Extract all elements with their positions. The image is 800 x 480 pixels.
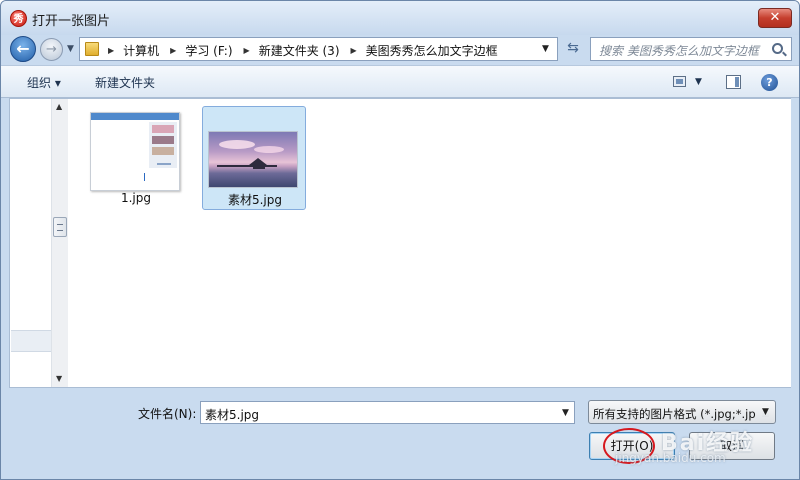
file-type-select[interactable]: 所有支持的图片格式 (*.jpg;*.jp ▼ xyxy=(588,400,776,424)
view-mode-icon[interactable] xyxy=(673,76,686,87)
file-type-value: 所有支持的图片格式 (*.jpg;*.jp xyxy=(593,407,756,421)
title-bar[interactable]: 秀 打开一张图片 ✕ xyxy=(1,1,799,35)
preview-pane-icon[interactable] xyxy=(726,75,741,89)
folder-icon xyxy=(85,42,99,56)
chevron-right-icon[interactable]: ▶ xyxy=(351,46,357,55)
back-button[interactable]: ← xyxy=(10,36,36,62)
chevron-down-icon[interactable]: ▼ xyxy=(762,407,769,417)
file-thumbnail xyxy=(90,112,180,191)
toolbar: 组织 ▾ 新建文件夹 ▼ ? xyxy=(1,65,799,98)
view-dropdown-icon[interactable]: ▼ xyxy=(695,77,702,87)
address-dropdown-icon[interactable]: ▼ xyxy=(542,44,549,54)
scroll-down-icon[interactable]: ▼ xyxy=(56,374,62,383)
chevron-right-icon[interactable]: ▶ xyxy=(244,46,250,55)
file-list: 1.jpg 素材5.jpg xyxy=(69,99,791,387)
file-name: 素材5.jpg xyxy=(227,193,283,207)
search-input[interactable]: 搜索 美图秀秀怎么加文字边框 xyxy=(590,37,792,61)
watermark-url: jingyan.baidu.com xyxy=(615,451,726,465)
new-folder-button[interactable]: 新建文件夹 xyxy=(95,74,155,91)
history-dropdown-icon[interactable]: ▼ xyxy=(67,44,74,54)
breadcrumb-drive[interactable]: 学习 (F:) xyxy=(185,42,232,59)
file-item[interactable]: 1.jpg xyxy=(83,106,187,210)
help-icon[interactable]: ? xyxy=(761,74,778,91)
search-placeholder: 搜索 美图秀秀怎么加文字边框 xyxy=(599,44,759,58)
dialog-title: 打开一张图片 xyxy=(32,14,111,29)
file-name: 1.jpg xyxy=(120,191,152,205)
open-image-dialog: 秀 打开一张图片 ✕ ← → ▼ ▶ 计算机 ▶ 学习 (F:) ▶ 新建文件夹… xyxy=(0,0,800,480)
search-icon[interactable] xyxy=(772,43,783,54)
breadcrumb-folder[interactable]: 新建文件夹 (3) xyxy=(259,42,340,59)
refresh-button[interactable]: ⇆ xyxy=(561,37,585,61)
file-thumbnail xyxy=(208,131,298,188)
nav-pane-item[interactable] xyxy=(11,330,51,352)
meitu-app-icon: 秀 xyxy=(10,10,27,27)
close-button[interactable]: ✕ xyxy=(758,8,792,28)
chevron-right-icon[interactable]: ▶ xyxy=(170,46,176,55)
nav-pane-scrollbar[interactable]: ▲ ▼ xyxy=(51,99,68,387)
chevron-right-icon[interactable]: ▶ xyxy=(108,46,114,55)
address-row: ← → ▼ ▶ 计算机 ▶ 学习 (F:) ▶ 新建文件夹 (3) ▶ 美图秀秀… xyxy=(1,33,799,65)
file-item-selected[interactable]: 素材5.jpg xyxy=(202,106,306,210)
filename-value: 素材5.jpg xyxy=(205,408,260,422)
filename-dropdown-icon[interactable]: ▼ xyxy=(562,408,569,418)
breadcrumb: ▶ 计算机 ▶ 学习 (F:) ▶ 新建文件夹 (3) ▶ 美图秀秀怎么加文字边… xyxy=(106,42,507,59)
file-browser: ▲ ▼ 1.jpg 素材5.jpg xyxy=(9,98,791,388)
filename-input[interactable]: 素材5.jpg ▼ xyxy=(200,401,575,424)
navigation-pane xyxy=(10,99,51,387)
baidu-jingyan-watermark: Bai经验 jingyan.baidu.com xyxy=(615,425,795,475)
forward-button[interactable]: → xyxy=(40,38,63,61)
breadcrumb-computer[interactable]: 计算机 xyxy=(123,42,159,59)
breadcrumb-current[interactable]: 美图秀秀怎么加文字边框 xyxy=(366,42,498,59)
organize-menu[interactable]: 组织 ▾ xyxy=(27,74,61,91)
scroll-thumb[interactable] xyxy=(53,217,67,237)
filename-label: 文件名(N): xyxy=(138,407,197,421)
scroll-up-icon[interactable]: ▲ xyxy=(56,102,62,111)
address-bar[interactable]: ▶ 计算机 ▶ 学习 (F:) ▶ 新建文件夹 (3) ▶ 美图秀秀怎么加文字边… xyxy=(79,37,558,61)
